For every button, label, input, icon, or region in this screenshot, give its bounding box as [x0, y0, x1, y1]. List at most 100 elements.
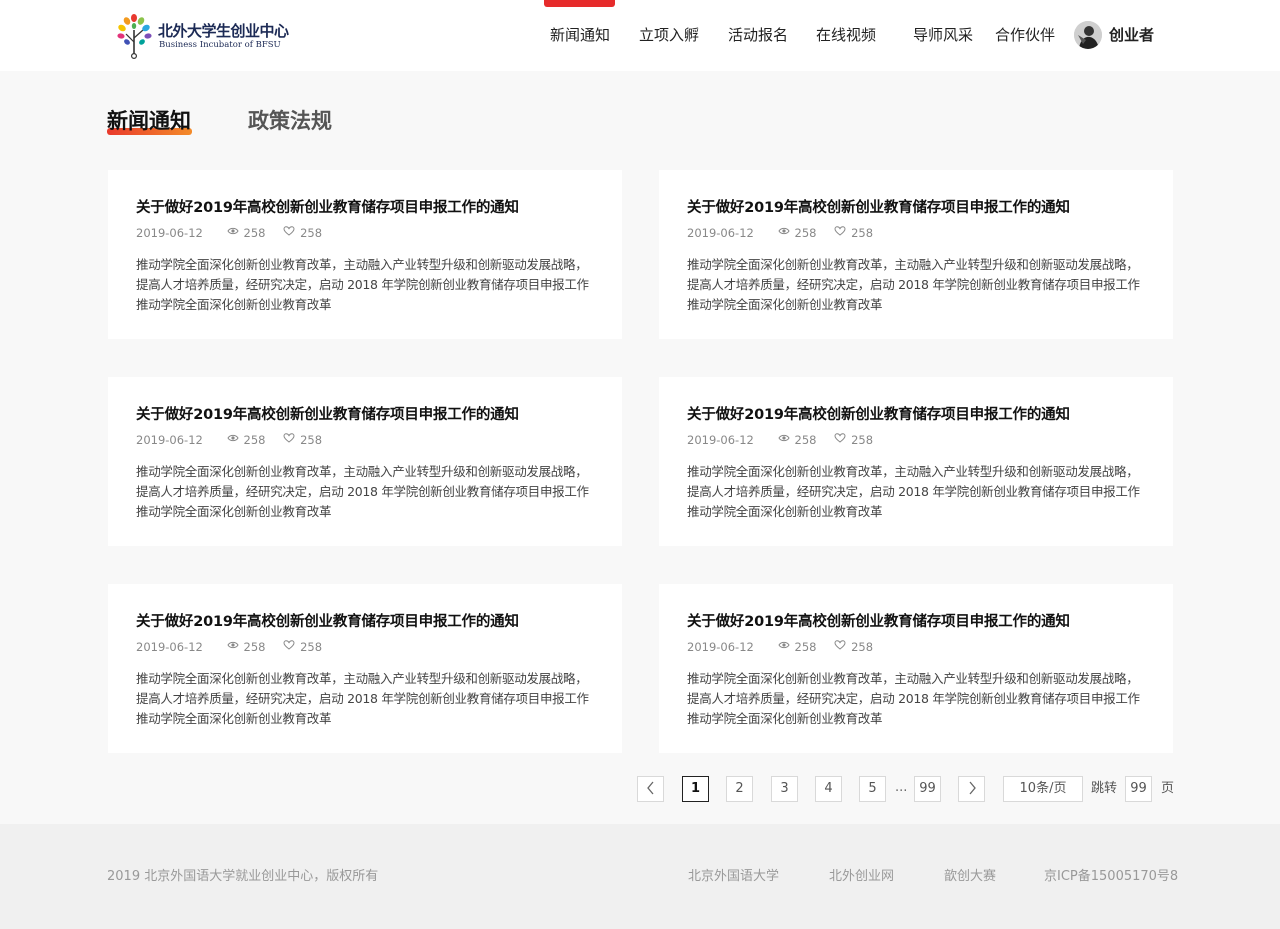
news-card-summary: 推动学院全面深化创新创业教育改革，主动融入产业转型升级和创新驱动发展战略，提高人…: [136, 257, 589, 312]
page-footer: 2019 北京外国语大学就业创业中心，版权所有 北京外国语大学 北外创业网 歆创…: [0, 824, 1280, 929]
page-size-select[interactable]: 10条/页: [1003, 776, 1083, 802]
page-button-last[interactable]: 99: [914, 776, 941, 802]
nav-partners[interactable]: 合作伙伴: [995, 25, 1055, 45]
nav-mentors[interactable]: 导师风采: [913, 25, 973, 45]
news-card-title[interactable]: 关于做好2019年高校创新创业教育储存项目申报工作的通知: [687, 405, 1070, 425]
copyright-text: 2019 北京外国语大学就业创业中心，版权所有: [107, 869, 379, 884]
news-card-summary: 推动学院全面深化创新创业教育改革，主动融入产业转型升级和创新驱动发展战略，提高人…: [687, 464, 1140, 519]
news-card[interactable]: 关于做好2019年高校创新创业教育储存项目申报工作的通知 2019-06-12 …: [108, 377, 622, 546]
news-card-title[interactable]: 关于做好2019年高校创新创业教育储存项目申报工作的通知: [136, 405, 519, 425]
jump-page-input[interactable]: 99: [1125, 776, 1152, 802]
icp-license[interactable]: 京ICP备15005170号8: [1044, 868, 1178, 886]
view-count: 258: [226, 225, 266, 240]
view-count: 258: [777, 639, 817, 654]
news-date: 2019-06-12: [136, 639, 203, 654]
view-count-value: 258: [243, 432, 266, 447]
news-card-summary: 推动学院全面深化创新创业教育改革，主动融入产业转型升级和创新驱动发展战略，提高人…: [136, 464, 589, 519]
view-count: 258: [777, 225, 817, 240]
news-card-title[interactable]: 关于做好2019年高校创新创业教育储存项目申报工作的通知: [136, 198, 519, 218]
user-avatar-icon: [1074, 21, 1102, 49]
page-button-5[interactable]: 5: [859, 776, 886, 802]
news-date: 2019-06-12: [687, 225, 754, 240]
like-count: 258: [834, 432, 873, 447]
page-button-2[interactable]: 2: [726, 776, 753, 802]
like-count: 258: [283, 432, 322, 447]
page-button-4[interactable]: 4: [815, 776, 842, 802]
like-count-value: 258: [851, 639, 874, 654]
eye-icon: [777, 642, 790, 649]
view-count-value: 258: [794, 639, 817, 654]
news-card-summary: 推动学院全面深化创新创业教育改革，主动融入产业转型升级和创新驱动发展战略，提高人…: [687, 257, 1140, 312]
eye-icon: [226, 228, 239, 235]
page-ellipsis: ...: [895, 780, 908, 795]
heart-icon: [283, 640, 295, 650]
like-count-value: 258: [851, 432, 874, 447]
news-card[interactable]: 关于做好2019年高校创新创业教育储存项目申报工作的通知 2019-06-12 …: [659, 170, 1173, 339]
news-card-meta: 2019-06-12 258 258: [136, 639, 322, 654]
like-count-value: 258: [300, 225, 323, 240]
footer-link-contest[interactable]: 歆创大赛: [944, 868, 996, 886]
chevron-right-icon: [969, 781, 976, 794]
top-header: 北外大学生创业中心 Business Incubator of BFSU 新闻通…: [0, 0, 1280, 71]
news-card-title[interactable]: 关于做好2019年高校创新创业教育储存项目申报工作的通知: [687, 612, 1070, 632]
news-card-meta: 2019-06-12 258 258: [136, 225, 322, 240]
user-name: 创业者: [1109, 26, 1155, 44]
prev-page-button[interactable]: [637, 776, 664, 802]
news-card[interactable]: 关于做好2019年高校创新创业教育储存项目申报工作的通知 2019-06-12 …: [108, 170, 622, 339]
view-count: 258: [226, 432, 266, 447]
news-card-summary: 推动学院全面深化创新创业教育改革，主动融入产业转型升级和创新驱动发展战略，提高人…: [687, 671, 1140, 726]
chevron-left-icon: [646, 781, 653, 794]
news-card[interactable]: 关于做好2019年高校创新创业教育储存项目申报工作的通知 2019-06-12 …: [659, 377, 1173, 546]
eye-icon: [777, 228, 790, 235]
nav-news[interactable]: 新闻通知: [550, 25, 610, 45]
view-count: 258: [777, 432, 816, 447]
footer-link-bfsu[interactable]: 北京外国语大学: [688, 868, 779, 886]
like-count-value: 258: [300, 432, 323, 447]
nav-events[interactable]: 活动报名: [728, 25, 788, 45]
like-count-value: 258: [300, 639, 323, 654]
tab-news[interactable]: 新闻通知: [107, 107, 191, 135]
news-card-meta: 2019-06-12 258 258: [687, 432, 873, 447]
eye-icon: [226, 642, 239, 649]
news-date: 2019-06-12: [136, 432, 203, 447]
eye-icon: [226, 435, 239, 442]
heart-icon: [283, 226, 295, 236]
next-page-button[interactable]: [958, 776, 985, 802]
like-count: 258: [834, 639, 873, 654]
logo-text-cn: 北外大学生创业中心: [158, 22, 289, 40]
view-count-value: 258: [243, 225, 266, 240]
news-date: 2019-06-12: [136, 225, 203, 240]
news-card[interactable]: 关于做好2019年高校创新创业教育储存项目申报工作的通知 2019-06-12 …: [659, 584, 1173, 753]
jump-label: 跳转: [1091, 781, 1118, 796]
news-date: 2019-06-12: [687, 639, 754, 654]
heart-icon: [834, 640, 846, 650]
active-nav-indicator: [544, 0, 615, 7]
heart-icon: [834, 226, 846, 236]
tab-policy[interactable]: 政策法规: [248, 107, 332, 135]
avatar: [1074, 21, 1102, 49]
page-button-3[interactable]: 3: [771, 776, 798, 802]
view-count-value: 258: [794, 225, 817, 240]
like-count-value: 258: [851, 225, 874, 240]
view-count-value: 258: [243, 639, 266, 654]
news-card-summary: 推动学院全面深化创新创业教育改革，主动融入产业转型升级和创新驱动发展战略，提高人…: [136, 671, 589, 726]
like-count: 258: [283, 225, 322, 240]
heart-icon: [283, 433, 295, 443]
news-card-title[interactable]: 关于做好2019年高校创新创业教育储存项目申报工作的通知: [687, 198, 1070, 218]
eye-icon: [777, 435, 790, 442]
logo-text-en: Business Incubator of BFSU: [159, 40, 281, 50]
footer-link-startup-net[interactable]: 北外创业网: [829, 868, 894, 886]
heart-icon: [834, 433, 846, 443]
news-card[interactable]: 关于做好2019年高校创新创业教育储存项目申报工作的通知 2019-06-12 …: [108, 584, 622, 753]
like-count: 258: [834, 225, 873, 240]
nav-videos[interactable]: 在线视频: [816, 25, 876, 45]
news-card-meta: 2019-06-12 258 258: [687, 225, 873, 240]
page-button-1[interactable]: 1: [682, 776, 709, 802]
news-card-meta: 2019-06-12 258 258: [687, 639, 873, 654]
news-card-meta: 2019-06-12 258 258: [136, 432, 322, 447]
news-card-title[interactable]: 关于做好2019年高校创新创业教育储存项目申报工作的通知: [136, 612, 519, 632]
site-logo[interactable]: 北外大学生创业中心 Business Incubator of BFSU: [116, 12, 289, 60]
page-suffix: 页: [1161, 781, 1175, 796]
like-count: 258: [283, 639, 322, 654]
nav-incubation[interactable]: 立项入孵: [639, 25, 699, 45]
